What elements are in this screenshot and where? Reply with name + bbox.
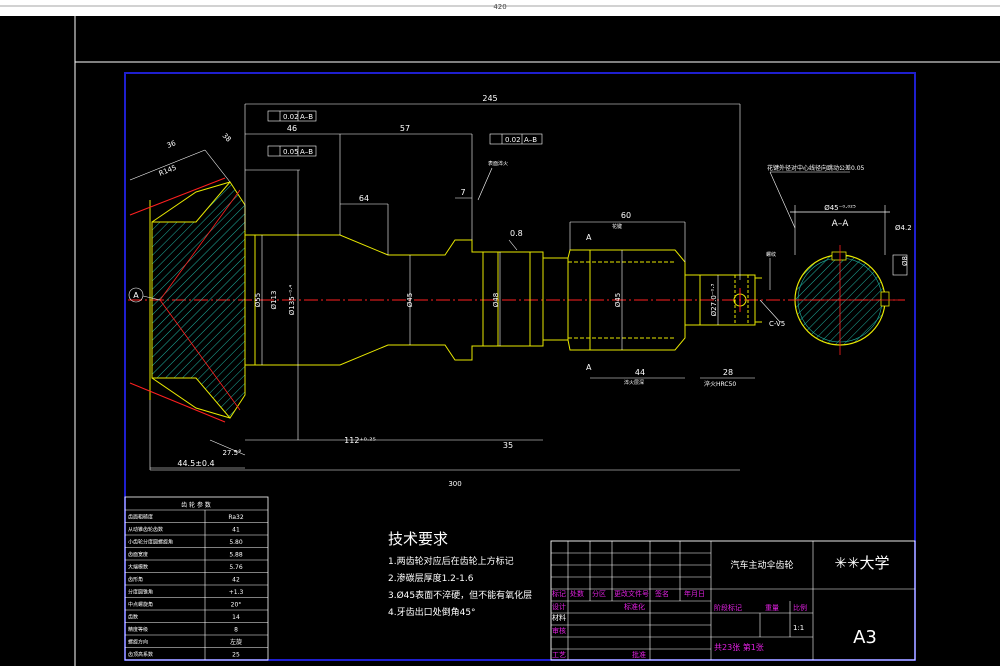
tol3-value: 0.02 xyxy=(505,136,521,144)
roughness-value: 0.8 xyxy=(510,229,523,238)
param-name: 精度等级 xyxy=(128,626,148,633)
tb-label-file: 更改文件号 xyxy=(614,589,649,598)
dim-245: 245 xyxy=(482,94,497,103)
tb-approve: 批准 xyxy=(632,650,646,659)
param-name: 齿数 xyxy=(128,614,138,621)
param-value: Ra32 xyxy=(228,514,244,521)
spline-note: 花键外径对中心线径向跳动公差0.05 xyxy=(767,164,865,172)
param-value: 5.80 xyxy=(229,539,243,546)
dim-44: 44 xyxy=(635,368,645,377)
param-value: 42 xyxy=(232,577,240,584)
tb-sheet-count: 共23张 第1张 xyxy=(714,642,764,652)
part-name: 汽车主动伞齿轮 xyxy=(730,559,793,571)
param-value: 5.76 xyxy=(229,564,243,571)
dim-112: 112⁺⁰·²⁵ xyxy=(344,436,376,445)
param-value: 5.88 xyxy=(229,552,243,559)
tech-item-1: 1.两齿轮对应后在齿轮上方标记 xyxy=(388,555,514,567)
tol1-value: 0.02 xyxy=(283,113,299,121)
tol2-value: 0.05 xyxy=(283,148,299,156)
tb-stage: 阶段标记 xyxy=(714,603,742,612)
tb-scale: 比例 xyxy=(793,603,807,612)
tb-label-mark: 标记 xyxy=(552,589,566,598)
dim-27-5: 27.5° xyxy=(222,449,241,457)
tol1-ref: A–B xyxy=(300,113,313,121)
section-label: A–A xyxy=(832,219,850,229)
dim-46: 46 xyxy=(287,124,297,133)
tb-material: 材料 xyxy=(552,613,566,622)
tol3-ref: A–B xyxy=(524,136,537,144)
dim-300: 300 xyxy=(448,480,461,488)
cut-a-top: A xyxy=(586,233,592,242)
param-value: +1.3 xyxy=(229,589,244,596)
param-name: 中点螺旋角 xyxy=(128,601,153,608)
tb-label-count: 处数 xyxy=(570,589,584,598)
param-value: 14 xyxy=(232,614,240,621)
phi42-label: Ø4.2 xyxy=(895,224,912,232)
c-v5-label: C-V5 xyxy=(769,320,785,328)
dim-phi135: Ø135⁻⁰·⁴ xyxy=(288,285,296,316)
dim-phi45-shaft: Ø45 xyxy=(406,293,414,307)
cad-drawing-window: 420 A–A Ø45⁻⁰·⁰²⁵ Ø4.2 Ø8 245 46 57 64 7… xyxy=(0,0,1000,666)
datum-a-label: A xyxy=(133,291,139,300)
param-name: 分度圆锥角 xyxy=(128,589,153,596)
dim-phi27: Ø27.0⁻⁰·³ xyxy=(710,283,718,316)
phi45-section-label: Ø45⁻⁰·⁰²⁵ xyxy=(824,204,856,212)
tb-standard: 标准化 xyxy=(624,602,645,611)
cad-drawing: 420 A–A Ø45⁻⁰·⁰²⁵ Ø4.2 Ø8 245 46 57 64 7… xyxy=(0,0,1000,666)
param-value: 25 xyxy=(232,652,240,659)
phi8-label: Ø8 xyxy=(901,256,909,266)
dim-phi45-spline: Ø45 xyxy=(614,293,622,307)
param-name: 齿顶高系数 xyxy=(128,651,153,658)
dim-phi48: Ø48 xyxy=(492,293,500,307)
param-value: 左旋 xyxy=(230,638,242,646)
dim-64: 64 xyxy=(359,194,369,203)
dim-phi113: Ø113 xyxy=(270,291,278,310)
note-small-1: 表面淬火 xyxy=(488,160,508,167)
tb-label-date: 年月日 xyxy=(684,589,705,598)
tb-weight: 重量 xyxy=(765,604,779,612)
param-value: 8 xyxy=(234,627,238,634)
param-name: 从动锥齿轮齿数 xyxy=(128,526,163,533)
dim-60: 60 xyxy=(621,211,631,220)
note-small-2: 花键 xyxy=(612,223,622,230)
overall-width-label: 420 xyxy=(493,3,506,11)
tech-item-4: 4.牙齿出口处倒角45° xyxy=(388,606,476,618)
param-name: 小齿轮分度圆螺旋角 xyxy=(128,539,173,546)
tb-label-sign: 签名 xyxy=(655,589,669,598)
cut-a-bottom: A xyxy=(586,363,592,372)
hrc-label: 淬火HRC50 xyxy=(704,380,736,388)
param-name: 螺旋方向 xyxy=(128,639,148,646)
param-name: 齿形角 xyxy=(128,576,143,583)
tech-item-2: 2.渗碳层厚度1.2-1.6 xyxy=(388,572,474,584)
tb-review: 审核 xyxy=(552,626,566,635)
note-small-5: 螺纹 xyxy=(766,251,776,258)
param-name: 齿面宽度 xyxy=(128,551,148,558)
param-value: 41 xyxy=(232,527,240,534)
dim-7: 7 xyxy=(460,188,465,197)
dim-phi55: Ø55 xyxy=(254,293,262,307)
tb-design: 设计 xyxy=(552,602,566,611)
tb-label-zone: 分区 xyxy=(592,589,606,598)
param-value: 20° xyxy=(231,602,242,609)
tech-title: 技术要求 xyxy=(388,530,448,548)
param-name: 大端模数 xyxy=(128,564,148,571)
tb-process: 工艺 xyxy=(552,651,566,659)
gear-param-title: 齿 轮 参 数 xyxy=(181,501,211,509)
dim-44-5: 44.5±0.4 xyxy=(177,459,214,468)
param-name: 齿面粗糙度 xyxy=(128,514,153,521)
tech-item-3: 3.Ø45表面不淬硬，但不能有氧化层 xyxy=(388,589,532,601)
dim-35: 35 xyxy=(503,441,513,450)
dim-57: 57 xyxy=(400,124,410,133)
format-label: A3 xyxy=(853,627,877,648)
dim-28: 28 xyxy=(723,368,733,377)
university-label: ✳✳大学 xyxy=(834,554,889,572)
scale-value: 1:1 xyxy=(793,624,804,632)
tol2-ref: A–B xyxy=(300,148,313,156)
note-small-3: 淬火层深 xyxy=(624,379,644,386)
